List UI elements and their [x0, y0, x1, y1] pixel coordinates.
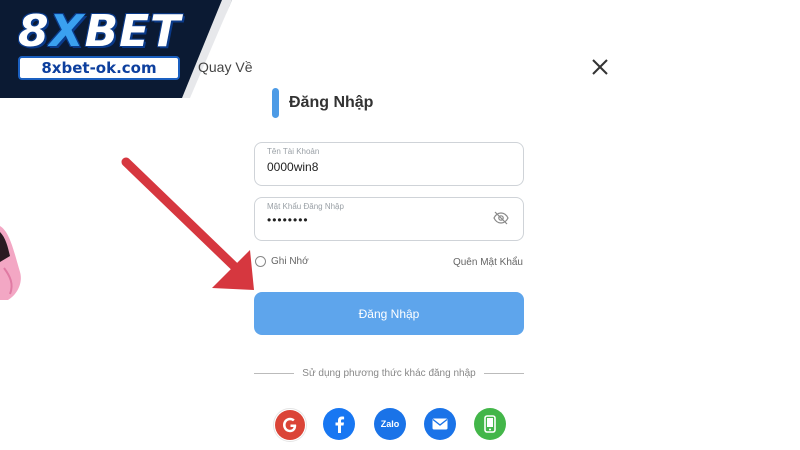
logo-wordmark: 8XBET: [18, 6, 182, 57]
password-field[interactable]: Mật Khẩu Đăng Nhập ••••••••: [254, 197, 524, 241]
forgot-password-link[interactable]: Quên Mật Khẩu: [453, 257, 523, 268]
close-icon[interactable]: [588, 55, 612, 79]
title-accent-bar: [272, 88, 279, 118]
remember-label: Ghi Nhớ: [271, 256, 309, 267]
username-value: 0000win8: [267, 160, 319, 174]
mail-icon[interactable]: [424, 408, 456, 440]
alt-login-label: Sử dụng phương thức khác đăng nhập: [302, 368, 476, 379]
social-login-row: Zalo: [0, 408, 800, 442]
divider-line: [254, 373, 295, 374]
phone-icon[interactable]: [474, 408, 506, 440]
password-value: ••••••••: [267, 213, 309, 227]
zalo-icon[interactable]: Zalo: [374, 408, 406, 440]
brand-logo: 8XBET 8xbet-ok.com: [0, 0, 232, 98]
page-title: Đăng Nhập: [289, 94, 374, 111]
alt-login-divider: Sử dụng phương thức khác đăng nhập: [254, 368, 524, 379]
login-button[interactable]: Đăng Nhập: [254, 292, 524, 335]
decorative-figure: [0, 222, 26, 307]
eye-off-icon[interactable]: [493, 211, 509, 230]
username-label: Tên Tài Khoản: [267, 147, 320, 156]
divider-line: [483, 373, 524, 374]
facebook-icon[interactable]: [323, 408, 355, 440]
logo-url: 8xbet-ok.com: [18, 56, 180, 80]
google-icon[interactable]: [273, 408, 307, 442]
remember-me-radio[interactable]: Ghi Nhớ: [255, 256, 309, 267]
zalo-label: Zalo: [380, 419, 400, 429]
back-link[interactable]: Quay Về: [198, 59, 252, 75]
password-label: Mật Khẩu Đăng Nhập: [267, 202, 344, 211]
username-field[interactable]: Tên Tài Khoản 0000win8: [254, 142, 524, 186]
radio-circle[interactable]: [255, 256, 266, 267]
